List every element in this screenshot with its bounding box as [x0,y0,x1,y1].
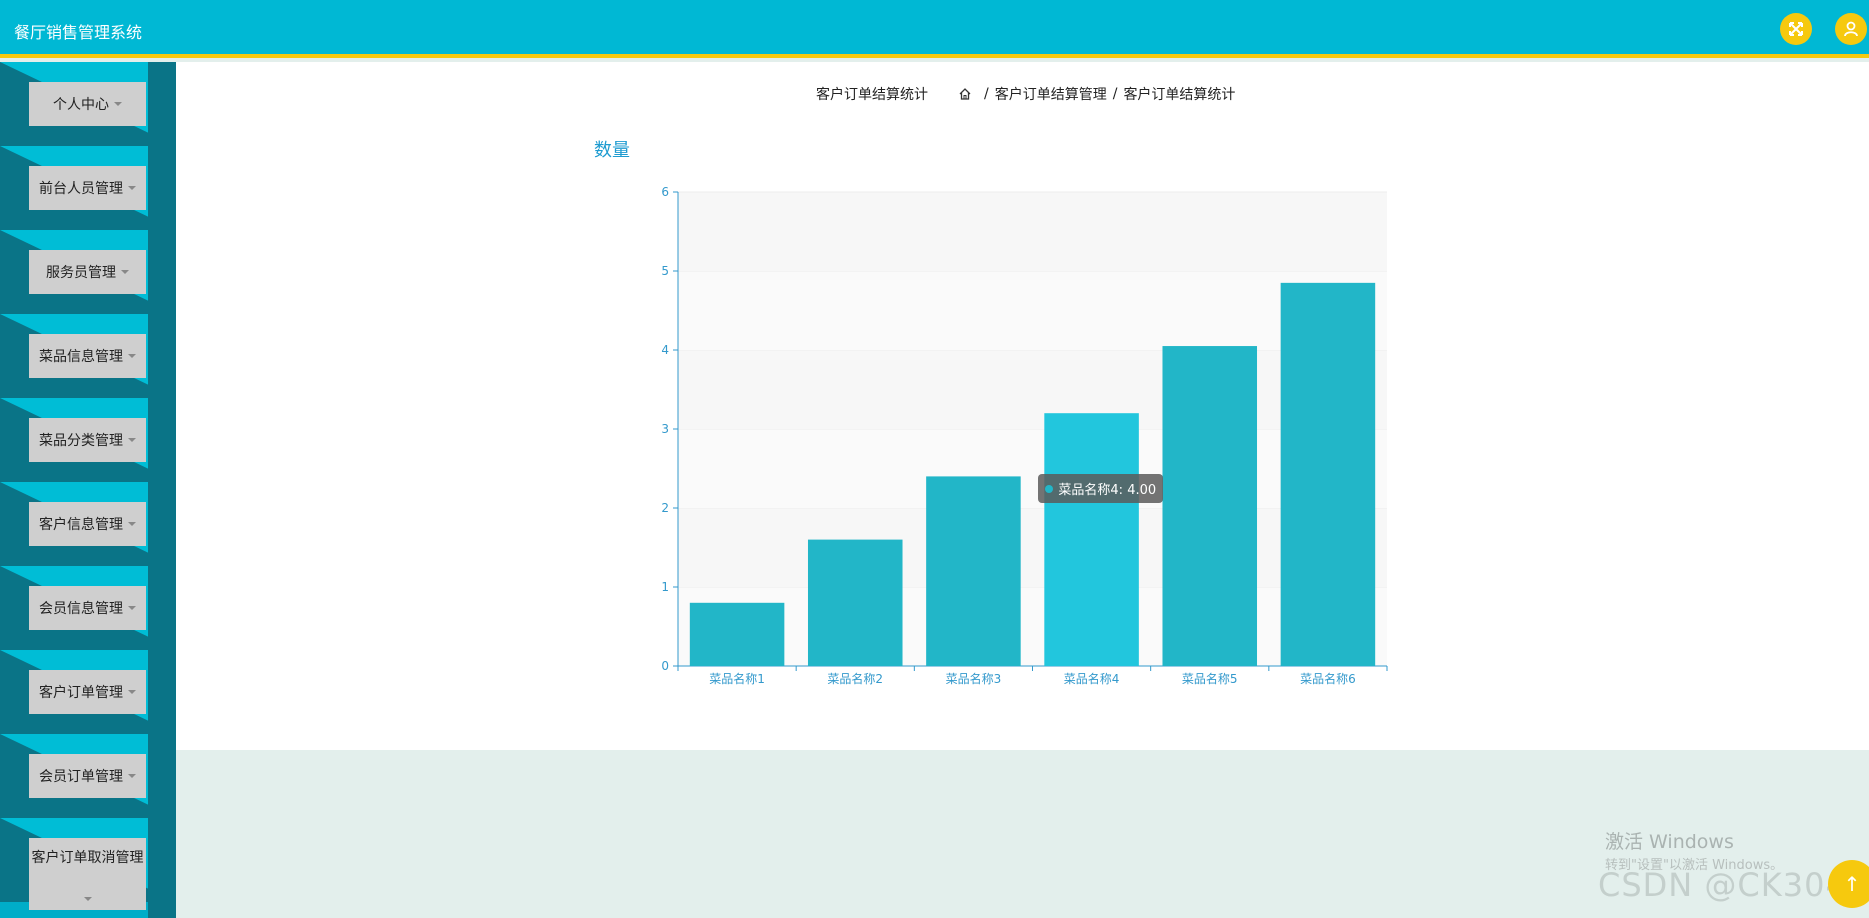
caret-down-icon [128,606,136,610]
windows-activation-title: 激活 Windows [1605,831,1734,853]
sidebar-item-front-staff[interactable]: 前台人员管理 [29,166,146,210]
sidebar-block-front-staff: 前台人员管理 [0,146,176,230]
bar-3 [926,476,1021,666]
bar-6 [1280,282,1376,666]
sidebar-block-personal: 个人中心 [0,62,176,146]
sidebar: 个人中心 前台人员管理 服务员管理 菜品信息管理 菜品分类管理 客户信息管理 会… [0,62,176,918]
sidebar-item-label: 菜品分类管理 [39,433,123,449]
sidebar-block-dish-info: 菜品信息管理 [0,314,176,398]
sidebar-block-member-info: 会员信息管理 [0,566,176,650]
bar-chart: 0 1 2 3 4 5 6 菜品名称1 菜品名称2 菜品名称3 菜品名称4 菜品名称5 菜品名称6 [661,185,1388,686]
sidebar-block-customer-order: 客户订单管理 [0,650,176,734]
user-icon [1844,21,1858,37]
sidebar-item-order-cancel[interactable]: 客户订单取消管理 [29,838,146,910]
sidebar-item-label: 会员信息管理 [39,601,123,617]
sidebar-block-dish-category: 菜品分类管理 [0,398,176,482]
arrow-up-icon: ↑ [1843,872,1861,896]
caret-down-icon [128,690,136,694]
caret-down-icon [128,186,136,190]
tooltip-text: 菜品名称4: 4.00 [1058,483,1157,499]
y-tick-label: 5 [661,264,669,278]
caret-down-icon [114,102,122,106]
x-tick-label: 菜品名称6 [1300,671,1356,686]
sidebar-item-dish-info[interactable]: 菜品信息管理 [29,334,146,378]
sidebar-item-label: 服务员管理 [46,265,116,281]
user-button[interactable] [1835,13,1867,45]
y-tick-label: 3 [661,422,669,436]
sidebar-item-member-order[interactable]: 会员订单管理 [29,754,146,798]
caret-down-icon [128,522,136,526]
fullscreen-button[interactable] [1780,13,1812,45]
sidebar-item-label: 客户信息管理 [39,517,123,533]
sidebar-item-label: 个人中心 [53,97,109,113]
bar-5 [1162,346,1258,666]
caret-down-icon [83,897,92,901]
caret-down-icon [128,354,136,358]
sidebar-item-label: 会员订单管理 [39,769,123,785]
x-tick-label: 菜品名称4 [1064,671,1120,686]
sidebar-item-dish-category[interactable]: 菜品分类管理 [29,418,146,462]
bar-2 [807,539,903,666]
top-bar: 餐厅销售管理系统 [0,0,1869,58]
caret-down-icon [128,438,136,442]
sidebar-item-customer-order[interactable]: 客户订单管理 [29,670,146,714]
sidebar-item-label: 客户订单管理 [39,685,123,701]
x-tick-label: 菜品名称1 [709,671,765,686]
sidebar-item-waiter[interactable]: 服务员管理 [29,250,146,294]
x-tick-label: 菜品名称2 [827,671,883,686]
main-panel: 客户订单结算统计 / 客户订单结算管理 / 客户订单结算统计 数量 012345… [176,62,1869,750]
bar-4 [1044,413,1139,666]
y-tick-label: 0 [661,659,669,673]
sidebar-item-member-info[interactable]: 会员信息管理 [29,586,146,630]
app-title: 餐厅销售管理系统 [14,23,143,42]
x-tick-label: 菜品名称3 [946,671,1002,686]
x-tick-label: 菜品名称5 [1182,671,1238,686]
sidebar-item-customer-info[interactable]: 客户信息管理 [29,502,146,546]
back-to-top-button[interactable]: ↑ [1828,860,1869,908]
sidebar-item-label: 客户订单取消管理 [31,850,144,866]
fullscreen-icon [1789,22,1803,36]
sidebar-block-customer-info: 客户信息管理 [0,482,176,566]
grid-band [678,192,1387,271]
y-tick-label: 6 [661,185,669,199]
sidebar-block-member-order: 会员订单管理 [0,734,176,818]
sidebar-item-label: 前台人员管理 [39,181,123,197]
sidebar-block-order-cancel: 客户订单取消管理 [0,818,176,918]
caret-down-icon [121,270,129,274]
y-tick-label: 4 [661,343,669,357]
sidebar-block-waiter: 服务员管理 [0,230,176,314]
chart-tooltip: 菜品名称4: 4.00 [1038,474,1164,504]
y-tick-label: 1 [661,580,669,594]
sidebar-item-personal-center[interactable]: 个人中心 [29,82,146,126]
bar-1 [689,602,785,666]
series-dot-icon [1045,484,1054,493]
y-tick-label: 2 [661,501,669,515]
sidebar-item-label: 菜品信息管理 [39,349,123,365]
caret-down-icon [128,774,136,778]
